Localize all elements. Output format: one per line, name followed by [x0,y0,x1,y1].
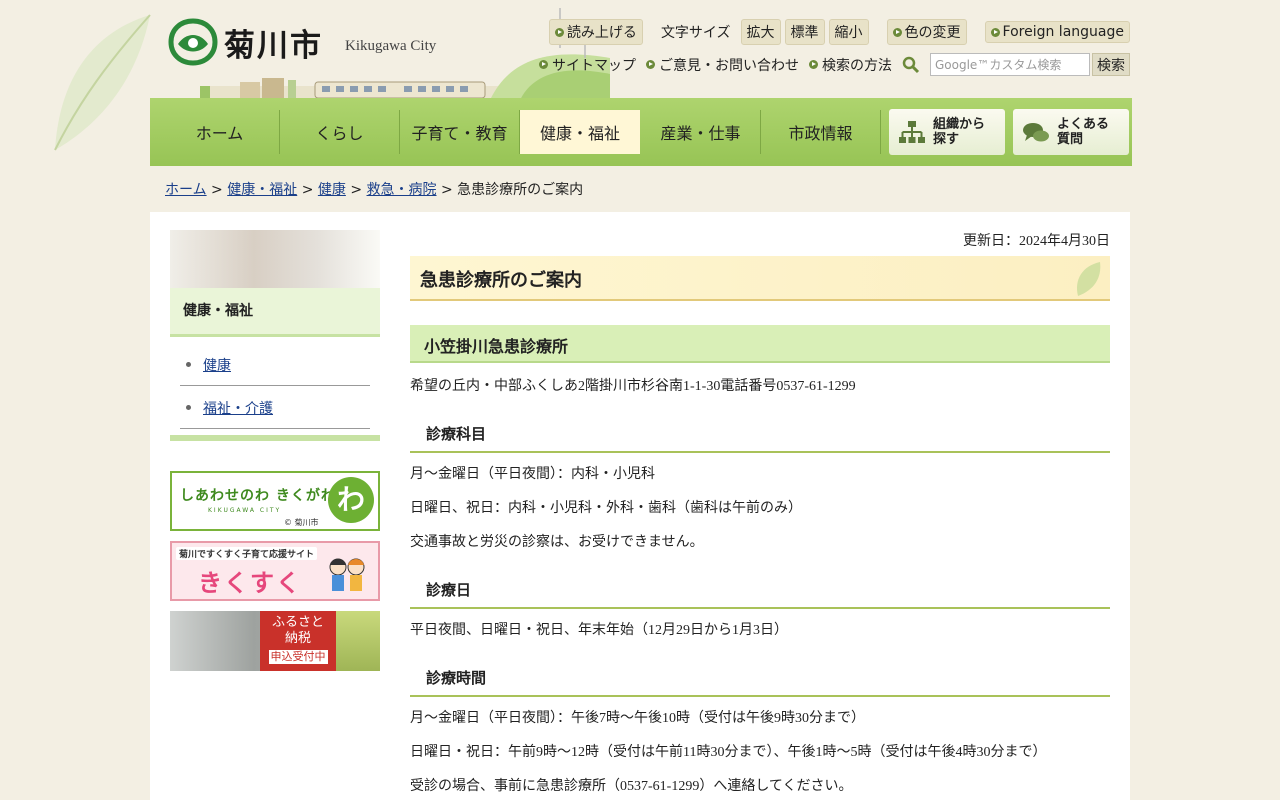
kikusuku-banner[interactable]: 菊川ですくすく子育て応援サイト きくすく [170,541,380,601]
breadcrumb-separator: > [211,182,223,198]
read-aloud-button[interactable]: 読み上げる [548,19,643,45]
shiawase-no-wa-banner[interactable]: しあわせのわ きくがわ KIKUGAWA CITY © 菊川市 わ [170,471,380,531]
font-normal-button[interactable]: 標準 [784,19,825,45]
foreign-language-button[interactable]: Foreign language [984,21,1130,43]
days-text: 平日夜間、日曜日・祝日、年末年始（12月29日から1月3日） [410,623,788,638]
city-name: 菊川市 [224,27,323,64]
search-method-label: 検索の方法 [822,57,892,74]
furusato-label-box: ふるさと 納税 申込受付中 [260,611,336,671]
sidebar-item-health[interactable]: 健康 [180,343,370,386]
banner-subtitle: KIKUGAWA CITY [208,507,282,514]
days-heading: 診療日 [410,579,1110,609]
departments-weekday: 月～金曜日（平日夜間）：内科・小児科 [410,467,655,482]
global-nav: ホーム くらし 子育て・教育 健康・福祉 産業・仕事 市政情報 組織から探す よ… [150,98,1132,166]
sidebar-list: 健康 福祉・介護 [170,337,380,429]
sidebar-header: 健康・福祉 [170,230,380,337]
sidebar-item-welfare-care[interactable]: 福祉・介護 [180,386,370,429]
departments-holiday: 日曜日、祝日：内科・小児科・外科・歯科（歯科は午前のみ） [410,501,802,516]
color-change-label: 色の変更 [904,25,961,41]
sidebar-title: 健康・福祉 [183,303,253,319]
sitemap-label: サイトマップ [552,57,636,74]
nav-city-info[interactable]: 市政情報 [761,110,881,154]
updated-date: 更新日：2024年4月30日 [963,234,1110,249]
org-chart-icon [899,121,925,143]
breadcrumb-separator: > [350,182,363,198]
breadcrumb-health-welfare[interactable]: 健康・福祉 [227,182,297,198]
breadcrumb-separator: > [301,182,314,198]
arrow-bullet-icon [554,27,564,37]
utility-links: サイトマップ ご意見・お問い合わせ 検索の方法 Google™カスタム検索 検索 [539,53,1130,76]
arrow-bullet-icon [646,60,655,69]
search-input[interactable]: Google™カスタム検索 [930,53,1090,76]
city-emblem-icon [168,18,218,66]
banner-title: しあわせのわ きくがわ [180,488,336,504]
hours-holiday: 日曜日・祝日：午前9時～12時（受付は午前11時30分まで）、午後1時～5時（受… [410,745,1047,760]
color-change-button[interactable]: 色の変更 [886,19,967,45]
sitemap-link[interactable]: サイトマップ [539,55,636,75]
foreign-language-label: Foreign language [1002,24,1124,40]
arrow-bullet-icon [809,60,818,69]
departments-heading: 診療科目 [410,423,1110,453]
nav-childcare-education[interactable]: 子育て・教育 [400,110,520,154]
sidebar-item-label: 健康 [203,358,231,374]
melon-image [336,611,380,671]
arrow-bullet-icon [539,60,548,69]
faq-button[interactable]: よくある質問 [1013,109,1129,155]
leaf-icon [1076,262,1101,296]
content-panel: 健康・福祉 健康 福祉・介護 しあわせのわ きくがわ KIKUGAWA CITY… [150,212,1130,800]
font-size-label: 文字サイズ [660,25,731,41]
sidebar-divider [170,435,380,441]
font-smaller-button[interactable]: 縮小 [828,19,869,45]
hours-note: 受診の場合、事前に急患診療所（0537-61-1299）へ連絡してください。 [410,779,853,794]
breadcrumb-current: 急患診療所のご案内 [457,182,584,198]
magnifier-icon [902,56,920,73]
page-title-text: 急患診療所のご案内 [420,270,582,291]
wa-mark-icon: わ [328,477,374,523]
nav-home[interactable]: ホーム [160,110,280,154]
breadcrumb-emergency-hospital[interactable]: 救急・病院 [367,182,437,198]
site-header: 菊川市 Kikugawa City 読み上げる 文字サイズ 拡大 標準 縮小 色… [150,0,1130,100]
banner-badge: 申込受付中 [268,650,328,664]
breadcrumb-home[interactable]: ホーム [165,182,207,198]
sidebar-item-label: 福祉・介護 [203,401,273,417]
nav-industry-work[interactable]: 産業・仕事 [641,110,761,154]
city-name-en: Kikugawa City [345,37,437,54]
sidebar-photo [170,230,380,288]
clinic-heading: 小笠掛川急患診療所 [410,325,1110,363]
clinic-address: 希望の丘内・中部ふくしあ2階掛川市杉谷南1-1-30電話番号0537-61-12… [410,379,856,394]
hours-weekday: 月～金曜日（平日夜間）：午後7時～午後10時（受付は午後9時30分まで） [410,711,865,726]
furusato-nozei-banner[interactable]: ふるさと 納税 申込受付中 [170,611,380,671]
children-illustration-icon [329,558,365,591]
org-search-button[interactable]: 組織から探す [889,109,1005,155]
faq-label: よくある質問 [1057,117,1110,147]
search-button[interactable]: 検索 [1092,53,1130,76]
breadcrumb-health[interactable]: 健康 [318,182,346,198]
search-method-link[interactable]: 検索の方法 [809,55,892,75]
contact-link[interactable]: ご意見・お問い合わせ [646,55,799,75]
utility-toolbar: 読み上げる 文字サイズ 拡大 標準 縮小 色の変更 Foreign langua… [548,19,1130,45]
site-logo[interactable]: 菊川市 Kikugawa City [168,18,436,66]
banner-line2: 納税 [284,631,311,646]
nav-health-welfare[interactable]: 健康・福祉 [520,110,640,154]
breadcrumb: ホーム > 健康・福祉 > 健康 > 救急・病院 > 急患診療所のご案内 [165,179,583,199]
breadcrumb-separator: > [440,182,453,198]
banner-title: きくすく [198,569,302,597]
main-content: 更新日：2024年4月30日 急患診療所のご案内 小笠掛川急患診療所 希望の丘内… [410,230,1110,797]
nav-living[interactable]: くらし [280,110,400,154]
org-search-label: 組織から探す [933,117,986,147]
arrow-bullet-icon [990,27,1000,37]
banner-caption: 菊川ですくすく子育て応援サイト [176,547,318,560]
sidebar: 健康・福祉 健康 福祉・介護 しあわせのわ きくがわ KIKUGAWA CITY… [170,230,380,671]
contact-label: ご意見・お問い合わせ [659,57,799,74]
font-larger-button[interactable]: 拡大 [740,19,781,45]
leaf-decoration-icon [54,14,151,151]
banner-copyright: © 菊川市 [284,518,319,527]
chat-bubbles-icon [1023,123,1049,142]
hours-heading: 診療時間 [410,667,1110,697]
arrow-bullet-icon [892,27,902,37]
read-aloud-label: 読み上げる [566,25,637,41]
page-title: 急患診療所のご案内 [410,256,1110,301]
banner-line1: ふるさと [271,615,324,630]
departments-note: 交通事故と労災の診察は、お受けできません。 [410,535,704,550]
